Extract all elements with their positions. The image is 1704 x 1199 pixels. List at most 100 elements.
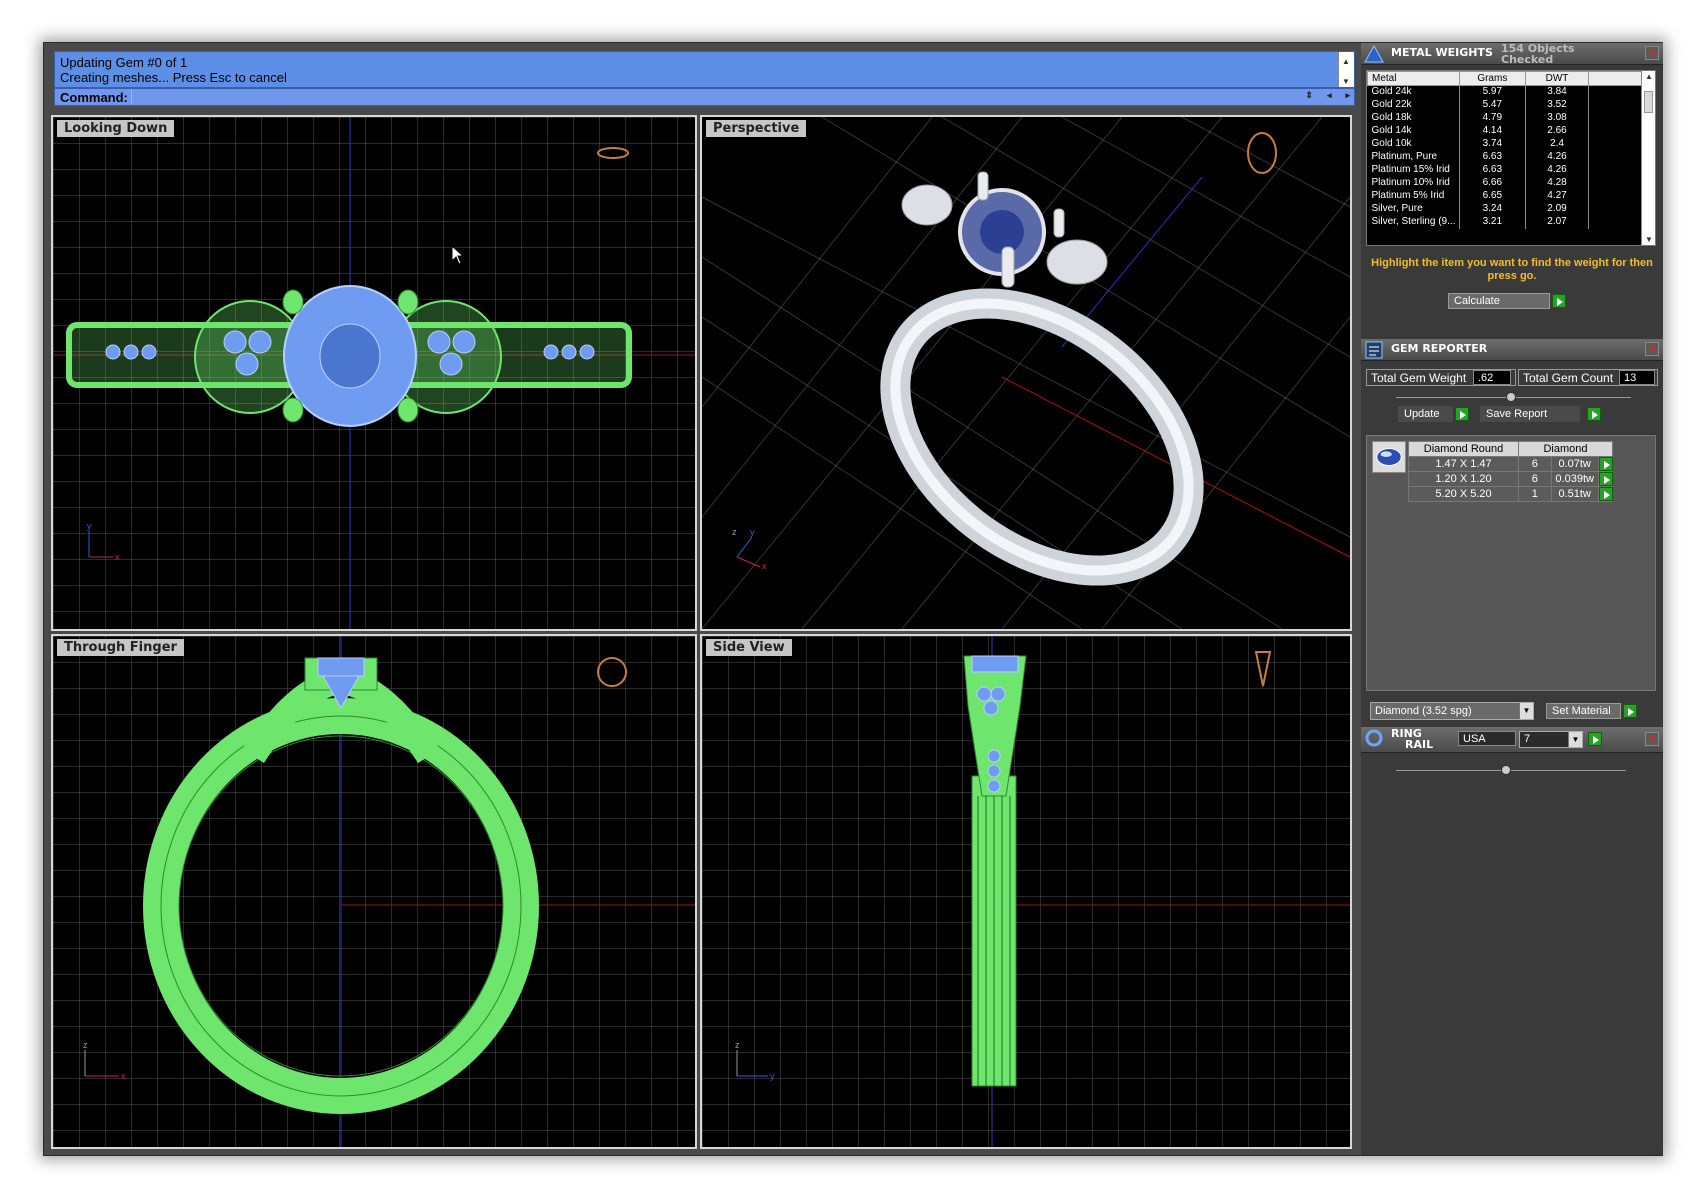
side-panels: METAL WEIGHTS 154 Objects Checked ✕ Meta…: [1361, 43, 1663, 1155]
viewport-label[interactable]: Side View: [706, 639, 792, 656]
ring-size-select[interactable]: 7 ▼: [1519, 731, 1583, 748]
viewport-looking-down[interactable]: Looking Down x y: [51, 115, 697, 631]
metal-weights-table: Metal Grams DWT Gold 24k 5.97 3.84 Gold 22…: [1366, 70, 1656, 246]
table-row[interactable]: Gold 24k 5.97 3.84: [1367, 85, 1642, 99]
column-header-material[interactable]: Diamond: [1518, 441, 1613, 457]
metal-table-scrollbar[interactable]: ▲ ▼: [1641, 71, 1655, 245]
dwt-value: 2.07: [1525, 215, 1590, 229]
metal-name: Gold 14k: [1367, 124, 1460, 138]
arrow-left-icon[interactable]: ◂: [1327, 90, 1332, 101]
gem-size: 1.20 X 1.20: [1408, 471, 1519, 487]
ring-size-system[interactable]: USA: [1458, 731, 1516, 746]
update-go-button[interactable]: [1455, 407, 1469, 421]
row-go-button[interactable]: [1597, 456, 1614, 472]
command-prompt: Command:: [60, 90, 128, 105]
table-row[interactable]: 1.20 X 1.20 6 0.039tw: [1408, 471, 1614, 487]
update-button[interactable]: Update: [1398, 406, 1453, 422]
metal-name: Gold 18k: [1367, 111, 1460, 125]
scroll-up-icon[interactable]: ▲: [1645, 72, 1653, 81]
save-report-button[interactable]: Save Report: [1480, 406, 1580, 422]
scroll-down-icon[interactable]: ▼: [1342, 74, 1350, 89]
gem-report-icon: [1365, 341, 1383, 359]
row-go-button[interactable]: [1597, 486, 1614, 502]
viewport-label[interactable]: Through Finger: [57, 639, 184, 656]
dwt-value: 4.26: [1525, 150, 1590, 164]
arrow-right-icon[interactable]: ▸: [1345, 90, 1350, 101]
table-row[interactable]: Gold 14k 4.14 2.66: [1367, 124, 1642, 138]
mouse-cursor-icon: [451, 245, 465, 265]
gem-list-area: Diamond Round Diamond 1.47 X 1.47 6 0.07…: [1366, 435, 1656, 691]
ring-perspective-render: x y z: [702, 117, 1350, 629]
diamond-thumbnail-icon[interactable]: [1372, 441, 1406, 473]
viewport-through-finger[interactable]: Through Finger x z: [51, 634, 697, 1149]
scale-icon: [1364, 45, 1384, 63]
column-header-shape[interactable]: Diamond Round: [1408, 441, 1519, 457]
column-header-dwt[interactable]: DWT: [1524, 71, 1590, 86]
column-header-grams[interactable]: Grams: [1458, 71, 1526, 86]
table-row[interactable]: Platinum 15% Irid 6.63 4.26: [1367, 163, 1642, 177]
row-go-button[interactable]: [1597, 471, 1614, 487]
x-axis-label: x: [115, 552, 120, 562]
viewport-label[interactable]: Perspective: [706, 120, 807, 137]
table-row[interactable]: Platinum, Pure 6.63 4.26: [1367, 150, 1642, 164]
metal-weights-title: METAL WEIGHTS: [1391, 46, 1493, 59]
ring-rail-slider-knob[interactable]: [1501, 765, 1511, 775]
gem-count: 6: [1518, 471, 1552, 487]
viewport-perspective[interactable]: Perspective x y z: [700, 115, 1352, 631]
gem-total-weight: 0.51tw: [1550, 486, 1599, 502]
z-axis-label: z: [735, 1040, 740, 1050]
command-history-line-1: Updating Gem #0 of 1: [60, 55, 188, 70]
set-material-go-button[interactable]: [1623, 704, 1637, 718]
metal-name: Silver, Sterling (9...: [1367, 215, 1460, 229]
scroll-down-icon[interactable]: ▼: [1645, 235, 1653, 244]
command-input[interactable]: [131, 90, 1271, 104]
table-row[interactable]: 1.47 X 1.47 6 0.07tw: [1408, 456, 1614, 472]
metal-name: Platinum 5% Irid: [1367, 189, 1460, 203]
ring-top-wireframe: x y: [53, 117, 695, 629]
chevron-down-icon[interactable]: ▼: [1519, 703, 1533, 719]
calculate-dropdown[interactable]: Calculate: [1448, 293, 1550, 309]
grams-value: 3.74: [1459, 137, 1526, 151]
material-select[interactable]: Diamond (3.52 spg) ▼: [1370, 702, 1534, 720]
gem-reporter-title: GEM REPORTER: [1391, 342, 1488, 355]
z-axis-label: z: [732, 527, 737, 537]
gem-size: 5.20 X 5.20: [1408, 486, 1519, 502]
table-row[interactable]: Gold 10k 3.74 2.4: [1367, 137, 1642, 151]
table-row[interactable]: Silver, Pure 3.24 2.09: [1367, 202, 1642, 216]
chevron-down-icon[interactable]: ▼: [1568, 732, 1582, 747]
calculate-go-button[interactable]: [1552, 294, 1566, 308]
grams-value: 5.47: [1459, 98, 1526, 112]
ring-icon: [1365, 729, 1383, 747]
gem-slider-knob[interactable]: [1506, 392, 1516, 402]
metal-name: Gold 24k: [1367, 85, 1460, 99]
set-material-button[interactable]: Set Material: [1546, 703, 1621, 719]
dwt-value: 3.08: [1525, 111, 1590, 125]
table-row[interactable]: Platinum 10% Irid 6.66 4.28: [1367, 176, 1642, 190]
dwt-value: 2.66: [1525, 124, 1590, 138]
scroll-up-icon[interactable]: ▲: [1342, 54, 1350, 69]
dwt-value: 2.09: [1525, 202, 1590, 216]
close-icon[interactable]: ✕: [1645, 342, 1659, 356]
table-row[interactable]: 5.20 X 5.20 1 0.51tw: [1408, 486, 1614, 502]
save-report-go-button[interactable]: [1587, 407, 1601, 421]
command-history-scrollbar[interactable]: ▲ ▼: [1338, 52, 1354, 87]
column-header-metal[interactable]: Metal: [1367, 71, 1460, 86]
close-icon[interactable]: ✕: [1645, 46, 1659, 60]
scroll-thumb[interactable]: [1644, 91, 1653, 113]
close-icon[interactable]: ✕: [1645, 732, 1659, 746]
ring-rail-go-button[interactable]: [1588, 732, 1602, 746]
viewport-side-view[interactable]: Side View y z: [700, 634, 1352, 1149]
ring-rail-title-line-2: RAIL: [1405, 738, 1434, 751]
table-row[interactable]: Gold 22k 5.47 3.52: [1367, 98, 1642, 112]
viewport-label[interactable]: Looking Down: [57, 120, 175, 137]
grams-value: 6.63: [1459, 150, 1526, 164]
metal-name: Platinum 10% Irid: [1367, 176, 1460, 190]
table-row[interactable]: Silver, Sterling (9... 3.21 2.07: [1367, 215, 1642, 229]
table-row[interactable]: Gold 18k 4.79 3.08: [1367, 111, 1642, 125]
spin-icon[interactable]: ⇕: [1305, 90, 1313, 101]
dwt-value: 4.28: [1525, 176, 1590, 190]
ring-rail-slider-track[interactable]: [1396, 770, 1626, 771]
gem-table: Diamond Round Diamond 1.47 X 1.47 6 0.07…: [1408, 441, 1614, 502]
grams-value: 5.97: [1459, 85, 1526, 99]
table-row[interactable]: Platinum 5% Irid 6.65 4.27: [1367, 189, 1642, 203]
